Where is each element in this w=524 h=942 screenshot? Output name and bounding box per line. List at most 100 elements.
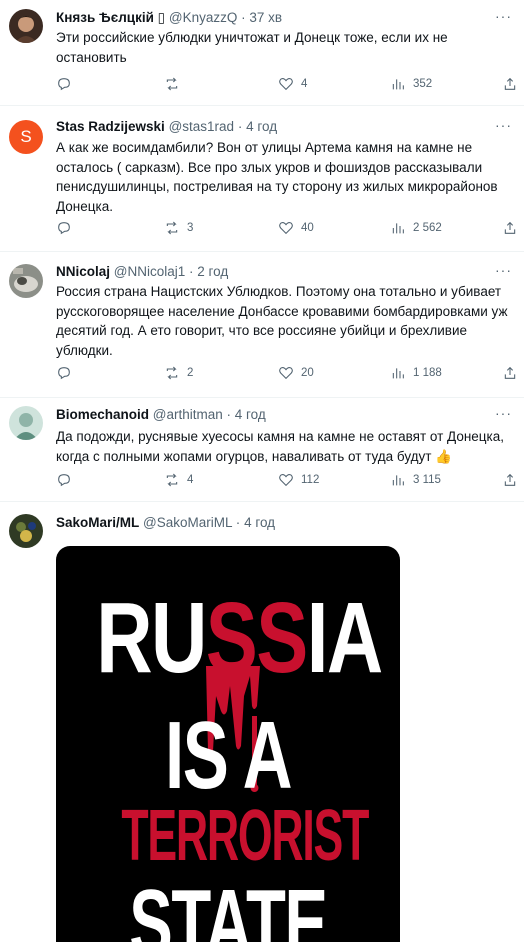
tweet-image[interactable]: RUSSIA IS A TERRORIST STATE [56,546,400,942]
avatar-image-icon [9,9,43,43]
author-handle[interactable]: @NNicolaj1 [114,264,185,279]
tweet-actions: 3 40 2 562 [56,220,516,240]
avatar-image-icon [9,514,43,548]
avatar-image-icon [9,406,43,440]
views-icon [392,79,404,90]
views-button[interactable]: 352 [390,76,432,92]
author-name[interactable]: SakoMari/ML [56,515,139,530]
author-name[interactable]: Князь Ѣєлцкій ▯ [56,10,165,25]
views-count: 3 115 [413,474,441,486]
tweet-actions: 4 112 3 115 [56,472,516,492]
retweet-count: 4 [187,474,194,486]
timestamp[interactable]: 37 хв [249,10,282,25]
author-name[interactable]: NNicolaj [56,264,110,279]
avatar[interactable]: S [9,120,43,154]
views-icon [392,368,404,379]
author-handle[interactable]: @arthitman [153,407,223,422]
avatar[interactable] [9,406,43,440]
share-button[interactable] [502,472,518,488]
tweet-4[interactable]: Biomechanoid @arthitman · 4 год ··· Да п… [0,398,524,502]
like-count: 20 [301,367,314,379]
like-button[interactable]: 40 [278,220,314,236]
separator-dot: · [241,10,246,25]
share-icon [504,473,516,486]
avatar-image-icon [9,264,43,298]
views-count: 352 [413,78,433,90]
like-button[interactable]: 20 [278,365,314,381]
share-icon [504,221,516,234]
views-button[interactable]: 2 562 [390,220,442,236]
timestamp[interactable]: 4 год [244,515,275,530]
retweet-button[interactable]: 4 [164,472,193,488]
tweet-header: NNicolaj @NNicolaj1 · 2 год [56,263,484,281]
tweet-text: Да подожди, руснявые хуесосы камня на ка… [56,429,504,464]
retweet-icon [166,77,178,91]
retweet-icon [166,221,178,235]
avatar[interactable] [9,514,43,548]
reply-button[interactable] [56,220,79,236]
more-options-icon[interactable]: ··· [495,262,512,278]
retweet-button[interactable] [164,76,187,92]
like-count: 40 [301,222,314,234]
heart-icon [279,474,293,487]
tweet-5[interactable]: SakoMari/ML @SakoMariML · 4 год RUSSIA I… [0,502,524,942]
views-button[interactable]: 1 188 [390,365,442,381]
reply-button[interactable] [56,365,79,381]
tweet-header: Князь Ѣєлцкій ▯ @KnyazzQ · 37 хв [56,9,484,27]
tweet-text: А как же восимдамбили? Вон от улицы Арте… [56,140,498,214]
timestamp[interactable]: 2 год [197,264,228,279]
tweet-3[interactable]: NNicolaj @NNicolaj1 · 2 год ··· Россия с… [0,252,524,398]
reply-button[interactable] [56,472,79,488]
retweet-count: 3 [187,222,194,234]
share-button[interactable] [502,76,518,92]
more-options-icon[interactable]: ··· [495,8,512,24]
author-handle[interactable]: @SakoMariML [143,515,232,530]
retweet-count: 2 [187,367,194,379]
avatar[interactable] [9,264,43,298]
author-name[interactable]: Biomechanoid [56,407,149,422]
views-button[interactable]: 3 115 [390,472,441,488]
timestamp[interactable]: 4 год [235,407,266,422]
reply-icon [58,367,70,380]
views-count: 1 188 [413,367,442,379]
tweet-header: Stas Radzijewski @stas1rad · 4 год [56,118,484,136]
author-handle[interactable]: @KnyazzQ [169,10,237,25]
author-name[interactable]: Stas Radzijewski [56,119,165,134]
poster-line-is-a: IS A [164,702,293,809]
poster-line-terrorist: TERRORIST [121,796,369,876]
like-button[interactable]: 112 [278,472,319,488]
share-button[interactable] [502,365,518,381]
reply-button[interactable] [56,76,79,92]
more-options-icon[interactable]: ··· [495,117,512,133]
avatar[interactable] [9,9,43,43]
author-handle[interactable]: @stas1rad [169,119,234,134]
like-button[interactable]: 4 [278,76,307,92]
more-options-icon[interactable]: ··· [495,405,512,421]
share-button[interactable] [502,220,518,236]
tweet-header: Biomechanoid @arthitman · 4 год [56,406,484,424]
retweet-icon [166,366,178,380]
share-icon [504,366,516,379]
heart-icon [279,222,293,235]
separator-dot: · [189,264,194,279]
tweet-1[interactable]: Князь Ѣєлцкій ▯ @KnyazzQ · 37 хв ··· Эти… [0,0,524,106]
separator-dot: · [235,515,241,530]
tweet-2[interactable]: S Stas Radzijewski @stas1rad · 4 год ···… [0,106,524,252]
reply-icon [58,78,70,91]
retweet-icon [166,473,178,487]
poster-line-state: STATE [129,870,328,942]
tweet-text: Эти российские ублюдки уничтожат и Донец… [56,30,448,65]
timestamp[interactable]: 4 год [246,119,277,134]
tweet-text: Россия страна Нацистских Ублюдков. Поэто… [56,284,508,358]
separator-dot: · [237,119,243,134]
separator-dot: · [226,407,232,422]
views-icon [392,223,404,234]
retweet-button[interactable]: 2 [164,365,193,381]
retweet-button[interactable]: 3 [164,220,193,236]
share-icon [504,77,516,90]
views-count: 2 562 [413,222,442,234]
heart-icon [279,78,293,91]
tweet-header: SakoMari/ML @SakoMariML · 4 год [56,514,484,532]
views-icon [392,475,404,486]
heart-icon [279,367,293,380]
